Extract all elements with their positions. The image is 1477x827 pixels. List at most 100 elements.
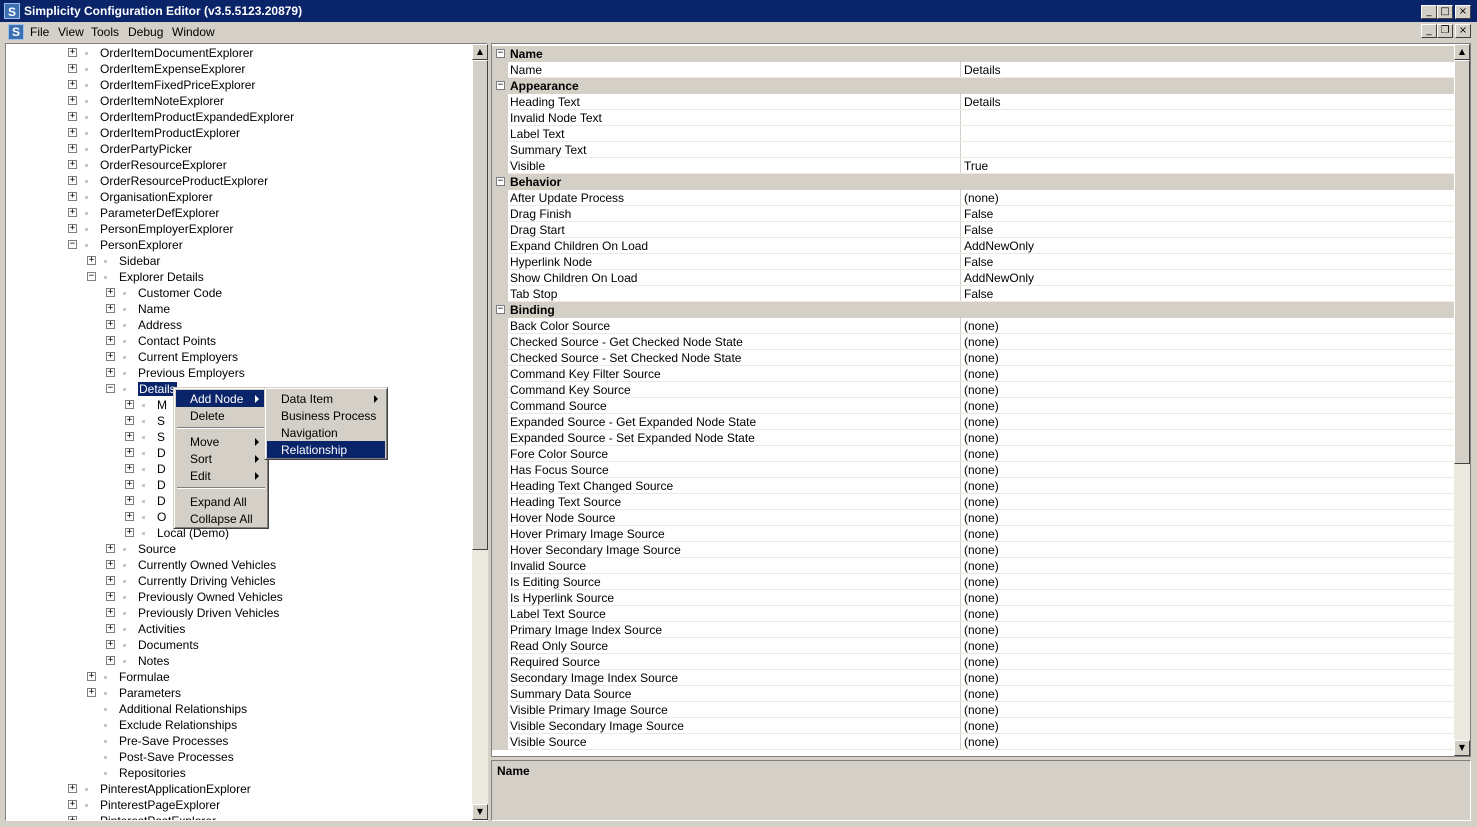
tree-node-label[interactable]: Exclude Relationships (119, 718, 237, 732)
property-value[interactable]: (none) (964, 591, 999, 605)
expand-icon[interactable]: + (106, 608, 115, 617)
tree-node-label[interactable]: Currently Owned Vehicles (138, 558, 276, 572)
minimize-button[interactable]: _ (1421, 5, 1437, 19)
tree-node[interactable]: + Contact Points (6, 333, 472, 349)
property-row[interactable]: Heading Text Details (492, 94, 1455, 110)
property-row[interactable]: Drag Start False (492, 222, 1455, 238)
menu-item-collapse-all[interactable]: Collapse All (176, 510, 266, 527)
tree-node-label[interactable]: Sidebar (119, 254, 160, 268)
tree-node[interactable]: + Documents (6, 637, 472, 653)
tree-node[interactable]: Additional Relationships (6, 701, 472, 717)
expand-icon[interactable]: + (87, 688, 96, 697)
property-value[interactable]: (none) (964, 463, 999, 477)
tree-node-label[interactable]: PersonExplorer (100, 238, 183, 252)
property-row[interactable]: Fore Color Source (none) (492, 446, 1455, 462)
property-category[interactable]: − Appearance (492, 78, 1455, 94)
tree-node-label[interactable]: M (157, 398, 167, 412)
property-value[interactable]: (none) (964, 351, 999, 365)
expand-icon[interactable]: + (68, 64, 77, 73)
expand-icon[interactable]: + (125, 528, 134, 537)
tree-node[interactable]: + ParameterDefExplorer (6, 205, 472, 221)
menu-item-business-process[interactable]: Business Process (267, 407, 385, 424)
expand-icon[interactable]: + (87, 256, 96, 265)
tree-node-label[interactable]: PinterestPostExplorer (100, 814, 216, 820)
expand-icon[interactable]: + (68, 800, 77, 809)
expand-icon[interactable]: + (106, 288, 115, 297)
expand-icon[interactable]: + (68, 784, 77, 793)
property-row[interactable]: Hyperlink Node False (492, 254, 1455, 270)
property-row[interactable]: Label Text Source (none) (492, 606, 1455, 622)
property-value[interactable]: (none) (964, 655, 999, 669)
tree-node-label[interactable]: Pre-Save Processes (119, 734, 228, 748)
tree-node[interactable]: + OrderItemFixedPriceExplorer (6, 77, 472, 93)
tree-node[interactable]: − Explorer Details (6, 269, 472, 285)
collapse-icon[interactable]: − (87, 272, 96, 281)
expand-icon[interactable]: + (87, 672, 96, 681)
property-row[interactable]: Summary Data Source (none) (492, 686, 1455, 702)
property-row[interactable]: Hover Primary Image Source (none) (492, 526, 1455, 542)
property-row[interactable]: Command Key Source (none) (492, 382, 1455, 398)
tree-node-label[interactable]: D (157, 462, 166, 476)
tree-node[interactable]: + OrderResourceExplorer (6, 157, 472, 173)
tree-node[interactable]: + PersonEmployerExplorer (6, 221, 472, 237)
property-value[interactable]: (none) (964, 623, 999, 637)
property-value[interactable]: (none) (964, 335, 999, 349)
tree-node-label[interactable]: Current Employers (138, 350, 238, 364)
mdi-restore-button[interactable]: ❐ (1437, 24, 1453, 38)
property-category[interactable]: − Binding (492, 302, 1455, 318)
tree-node[interactable]: + OrderItemProductExplorer (6, 125, 472, 141)
property-row[interactable]: Required Source (none) (492, 654, 1455, 670)
tree-node-label[interactable]: Formulae (119, 670, 170, 684)
property-value[interactable]: False (964, 255, 993, 269)
expand-icon[interactable]: + (106, 368, 115, 377)
property-value[interactable]: Details (964, 95, 1001, 109)
close-button[interactable]: × (1455, 5, 1471, 19)
menu-item-expand-all[interactable]: Expand All (176, 493, 266, 510)
expand-icon[interactable]: + (106, 320, 115, 329)
menu-item-relationship[interactable]: Relationship (267, 441, 385, 458)
expand-icon[interactable]: + (125, 432, 134, 441)
tree-node-label[interactable]: Post-Save Processes (119, 750, 234, 764)
tree-node[interactable]: + OrderItemExpenseExplorer (6, 61, 472, 77)
property-row[interactable]: Visible True (492, 158, 1455, 174)
tree-node[interactable]: + OrganisationExplorer (6, 189, 472, 205)
tree-node-label[interactable]: OrderItemProductExpandedExplorer (100, 110, 294, 124)
property-value[interactable]: False (964, 287, 993, 301)
tree-node-label[interactable]: Name (138, 302, 170, 316)
property-value[interactable]: (none) (964, 735, 999, 749)
app-icon[interactable]: S (4, 3, 20, 19)
expand-icon[interactable]: + (106, 592, 115, 601)
tree-node-label[interactable]: D (157, 446, 166, 460)
property-row[interactable]: Visible Secondary Image Source (none) (492, 718, 1455, 734)
property-value[interactable]: (none) (964, 575, 999, 589)
property-row[interactable]: Hover Node Source (none) (492, 510, 1455, 526)
prop-scroll-thumb[interactable] (1454, 60, 1470, 464)
expand-icon[interactable]: + (125, 416, 134, 425)
property-row[interactable]: Invalid Node Text (492, 110, 1455, 126)
document-icon[interactable]: S (8, 24, 24, 40)
tree-node[interactable]: + PinterestPageExplorer (6, 797, 472, 813)
property-value[interactable]: (none) (964, 671, 999, 685)
tree-node-label[interactable]: Parameters (119, 686, 181, 700)
property-value[interactable]: (none) (964, 559, 999, 573)
tree-node-label[interactable]: OrderResourceExplorer (100, 158, 227, 172)
tree-node-label[interactable]: Customer Code (138, 286, 222, 300)
expand-icon[interactable]: + (68, 112, 77, 121)
property-row[interactable]: Read Only Source (none) (492, 638, 1455, 654)
property-grid[interactable]: − Name Name Details − Appearance Heading Text D… (491, 43, 1471, 757)
property-row[interactable]: Drag Finish False (492, 206, 1455, 222)
expand-icon[interactable]: + (106, 656, 115, 665)
prop-scroll-up-arrow-icon[interactable]: ▲ (1454, 44, 1470, 60)
property-value[interactable]: False (964, 223, 993, 237)
menu-file[interactable]: File (30, 25, 49, 39)
expand-icon[interactable]: + (68, 160, 77, 169)
menu-view[interactable]: View (58, 25, 84, 39)
tree-node-label[interactable]: Notes (138, 654, 169, 668)
tree-node[interactable]: + Currently Owned Vehicles (6, 557, 472, 573)
expand-icon[interactable]: + (68, 144, 77, 153)
property-value[interactable]: (none) (964, 687, 999, 701)
property-row[interactable]: Expanded Source - Set Expanded Node Stat… (492, 430, 1455, 446)
tree-node-label[interactable]: Previously Driven Vehicles (138, 606, 279, 620)
tree-node[interactable]: Pre-Save Processes (6, 733, 472, 749)
tree-node-label[interactable]: Explorer Details (119, 270, 204, 284)
